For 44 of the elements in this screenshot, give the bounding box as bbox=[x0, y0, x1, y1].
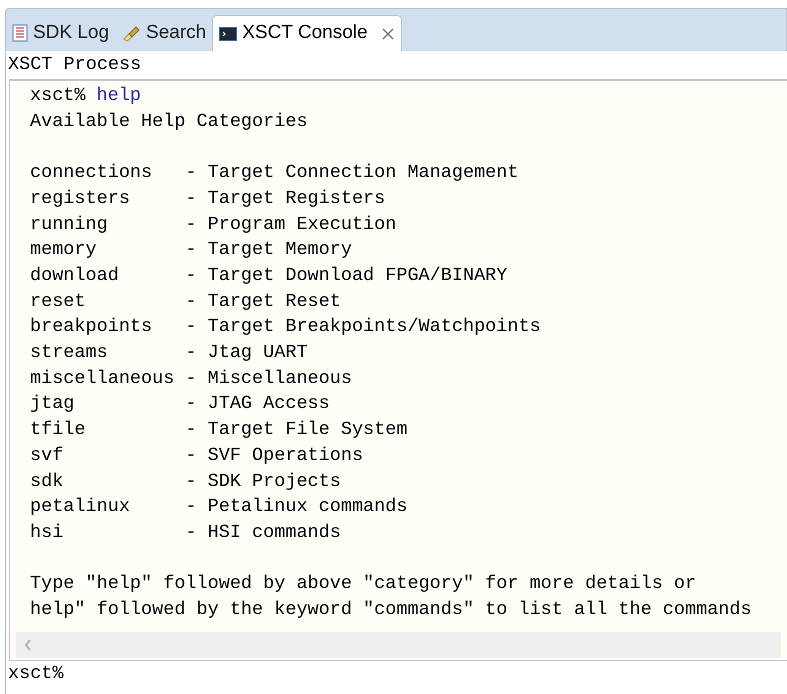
terminal-icon bbox=[219, 26, 238, 42]
help-text: Type "help" followed by above "category" for more details or bbox=[30, 572, 698, 596]
command-text: help bbox=[96, 84, 141, 108]
tab[interactable]: XSCT Console bbox=[212, 15, 402, 51]
category-description: - Target Memory bbox=[185, 238, 352, 262]
category-description: - Target Download FPGA/BINARY bbox=[185, 264, 508, 288]
horizontal-scrollbar[interactable] bbox=[16, 632, 781, 658]
category-description: - SDK Projects bbox=[185, 470, 341, 494]
heading-text: Available Help Categories bbox=[30, 110, 309, 134]
category-name: streams bbox=[30, 341, 109, 366]
category-name: miscellaneous bbox=[30, 366, 176, 391]
tab[interactable]: SDK Log bbox=[6, 15, 116, 51]
category-description: - Program Execution bbox=[185, 212, 396, 236]
category-description: - Target Reset bbox=[185, 290, 341, 314]
category-description: - SVF Operations bbox=[185, 444, 364, 468]
category-name: running bbox=[30, 212, 109, 236]
category-name: sdk bbox=[30, 470, 64, 494]
category-name: download bbox=[30, 264, 120, 288]
category-description: - Miscellaneous bbox=[185, 366, 352, 391]
category-description: - Target Connection Management bbox=[185, 161, 518, 186]
prompt-text: xsct% bbox=[30, 84, 86, 108]
tab[interactable]: Search bbox=[115, 15, 212, 51]
category-name: svf bbox=[30, 444, 64, 468]
category-name: tfile bbox=[30, 418, 87, 442]
category-name: petalinux bbox=[30, 495, 131, 520]
document-icon bbox=[12, 24, 28, 42]
category-description: - Target File System bbox=[185, 418, 408, 442]
category-name: breakpoints bbox=[30, 315, 154, 340]
category-name: registers bbox=[30, 186, 131, 211]
category-description: - Petalinux commands bbox=[185, 495, 408, 520]
input-field[interactable]: xsct% bbox=[6, 661, 787, 687]
category-name: hsi bbox=[30, 520, 64, 545]
category-description: - Target Breakpoints/Watchpoints bbox=[185, 315, 541, 340]
process-title: XSCT Process bbox=[7, 53, 142, 77]
category-name: jtag bbox=[30, 392, 76, 416]
category-name: connections bbox=[30, 161, 154, 186]
category-name: reset bbox=[30, 290, 87, 314]
category-description: - Target Registers bbox=[185, 186, 386, 211]
close-icon[interactable] bbox=[380, 26, 395, 40]
help-text: help" followed by the keyword "commands" to list all the commands bbox=[30, 598, 753, 622]
category-description: - JTAG Access bbox=[185, 392, 330, 416]
category-description: - Jtag UART bbox=[185, 341, 308, 366]
category-name: memory bbox=[30, 238, 98, 262]
category-description: - HSI commands bbox=[185, 520, 341, 545]
